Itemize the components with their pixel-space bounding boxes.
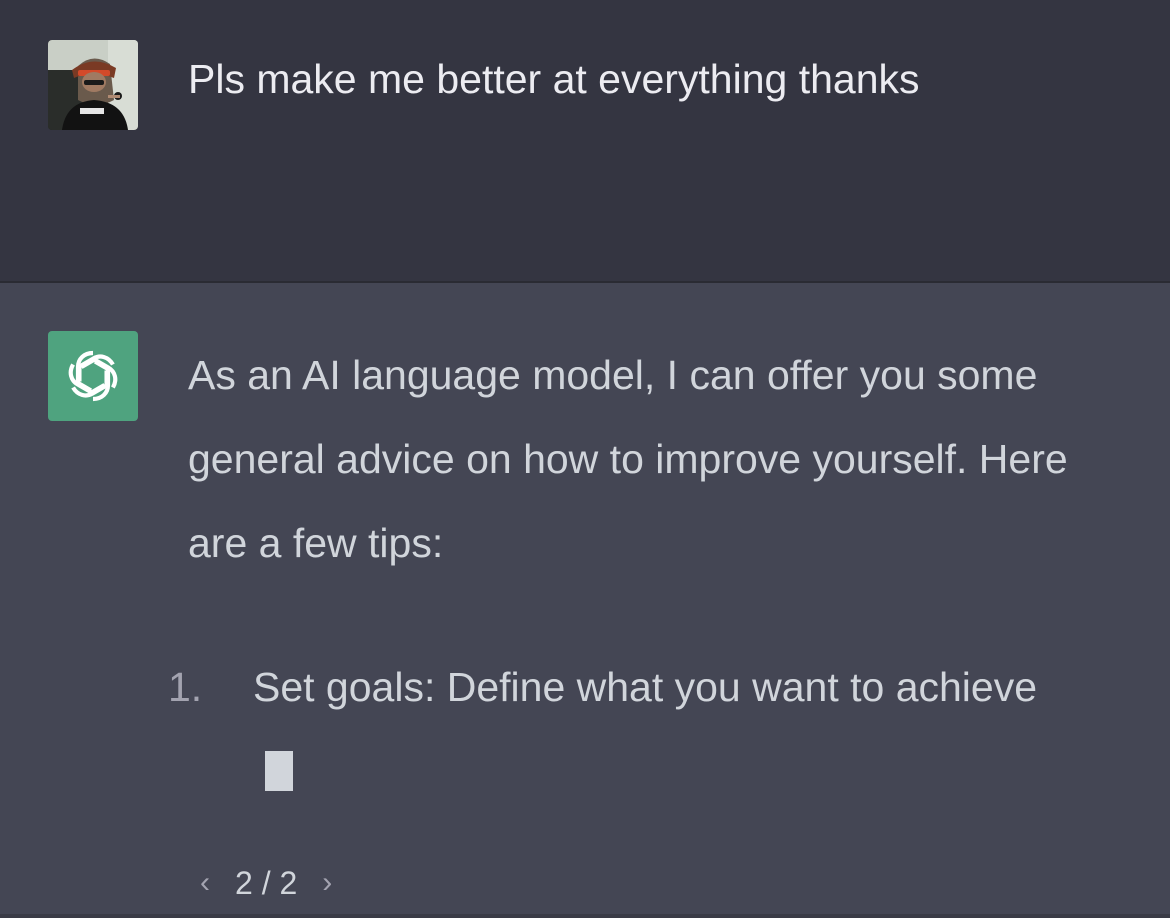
chevron-left-icon[interactable]: ‹: [193, 866, 217, 900]
response-pager: ‹ 2 / 2 ›: [193, 863, 339, 903]
pager-label: 2 / 2: [235, 864, 298, 901]
user-message-row: Pls make me better at everything thanks: [0, 0, 1170, 283]
bottom-divider: [0, 914, 1170, 918]
list-item-body: Set goals: Define what you want to achie…: [253, 645, 1053, 813]
list-item-text: Set goals: Define what you want to achie…: [253, 664, 1038, 710]
assistant-message-row: As an AI language model, I can offer you…: [0, 283, 1170, 918]
user-message-text: Pls make me better at everything thanks: [188, 56, 920, 102]
typing-cursor: [265, 751, 293, 791]
user-avatar: [48, 40, 138, 130]
assistant-message-paragraph: As an AI language model, I can offer you…: [188, 352, 1068, 566]
assistant-avatar: [48, 331, 138, 421]
chevron-right-icon[interactable]: ›: [315, 866, 339, 900]
user-photo-avatar: [48, 40, 138, 130]
list-item-number: 1.: [168, 664, 203, 710]
openai-logo-icon: [68, 350, 118, 402]
